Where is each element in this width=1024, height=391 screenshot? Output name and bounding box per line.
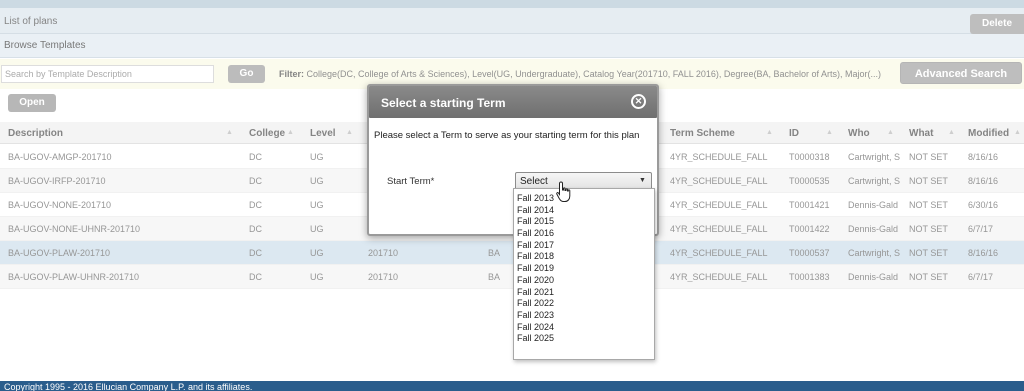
term-option[interactable]: Fall 2022 <box>514 298 654 310</box>
close-icon[interactable]: ✕ <box>631 94 646 109</box>
term-option[interactable]: Fall 2017 <box>514 240 654 252</box>
term-option[interactable]: Fall 2015 <box>514 216 654 228</box>
term-option[interactable]: Fall 2020 <box>514 275 654 287</box>
term-option[interactable]: Fall 2024 <box>514 322 654 334</box>
term-option[interactable]: Fall 2018 <box>514 251 654 263</box>
dialog-header: Select a starting Term ✕ <box>369 86 657 118</box>
hand-cursor-icon <box>556 181 571 202</box>
dialog-title: Select a starting Term <box>381 96 506 110</box>
term-option[interactable]: Fall 2025 <box>514 333 654 345</box>
select-value: Select <box>520 176 548 187</box>
term-dropdown-list: Fall 2013 Fall 2014 Fall 2015 Fall 2016 … <box>513 188 655 360</box>
term-option[interactable]: Fall 2019 <box>514 263 654 275</box>
dialog-message: Please select a Term to serve as your st… <box>374 130 640 141</box>
term-option[interactable]: Fall 2013 <box>514 193 654 205</box>
term-option[interactable]: Fall 2016 <box>514 228 654 240</box>
footer-copyright: Copyright 1995 - 2016 Ellucian Company L… <box>0 381 1024 391</box>
term-option[interactable]: Fall 2021 <box>514 287 654 299</box>
term-option[interactable]: Fall 2014 <box>514 205 654 217</box>
term-option[interactable]: Fall 2023 <box>514 310 654 322</box>
chevron-down-icon: ▼ <box>639 177 646 184</box>
start-term-label: Start Term* <box>387 176 435 187</box>
